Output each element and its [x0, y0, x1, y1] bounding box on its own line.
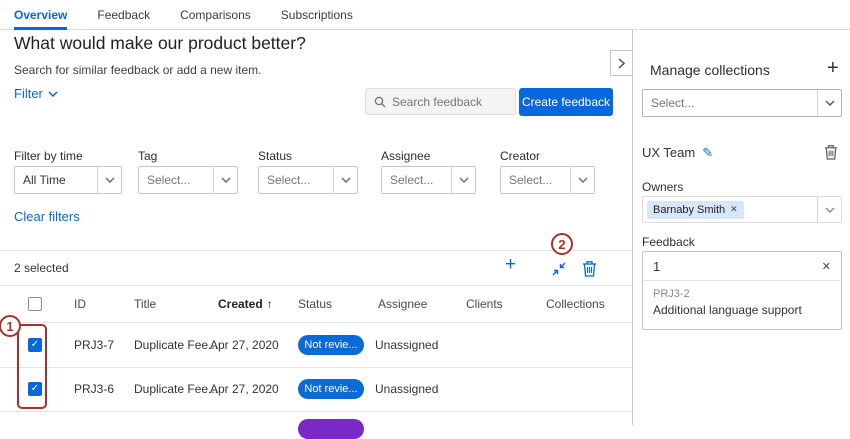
page-subtitle: Search for similar feedback or add a new…	[14, 63, 261, 77]
filter-label-status: Status	[258, 149, 292, 163]
tab-subscriptions[interactable]: Subscriptions	[281, 0, 353, 30]
delete-icon[interactable]	[582, 260, 597, 277]
tab-overview[interactable]: Overview	[14, 0, 67, 30]
status-badge: Not revie...	[298, 335, 364, 355]
create-feedback-button[interactable]: Create feedback	[519, 88, 613, 116]
filter-tag-value: Select...	[139, 173, 190, 187]
chevron-down-icon	[97, 167, 121, 193]
chevron-down-icon	[333, 167, 357, 193]
collapse-panel-button[interactable]	[610, 50, 633, 76]
clear-filters-link[interactable]: Clear filters	[14, 209, 80, 224]
col-created-label: Created	[218, 297, 263, 311]
row-assignee: Unassigned	[375, 382, 438, 396]
filter-toggle[interactable]: Filter	[14, 86, 58, 101]
page-title: What would make our product better?	[14, 33, 306, 54]
search-box	[365, 88, 516, 115]
collection-header: UX Team ✎	[642, 145, 713, 160]
filter-assignee-select[interactable]: Select...	[381, 166, 476, 194]
annotation-step-1: 1	[0, 315, 21, 337]
filter-creator-select[interactable]: Select...	[500, 166, 595, 194]
feedback-box: 1 ✕ PRJ3-2 Additional language support	[642, 251, 842, 330]
col-created[interactable]: Created ↑	[218, 297, 273, 311]
collection-select[interactable]: Select...	[642, 89, 842, 117]
add-collection-icon[interactable]: +	[827, 58, 839, 78]
row-checkbox[interactable]: ✓	[28, 338, 42, 352]
feedback-label: Feedback	[642, 235, 695, 249]
delete-collection-icon[interactable]	[824, 144, 838, 160]
filter-status-value: Select...	[259, 173, 310, 187]
chevron-down-icon	[817, 197, 841, 222]
col-status: Status	[298, 297, 332, 311]
chevron-down-icon	[451, 167, 475, 193]
row-id-link[interactable]: PRJ3-7	[74, 338, 114, 352]
chevron-right-icon	[618, 58, 625, 69]
divider	[0, 367, 632, 368]
panel-divider	[632, 30, 633, 425]
filter-time-value: All Time	[15, 173, 66, 187]
filter-creator-value: Select...	[501, 173, 552, 187]
collection-name: UX Team	[642, 145, 695, 160]
tab-feedback[interactable]: Feedback	[97, 0, 150, 30]
filter-assignee-value: Select...	[382, 173, 433, 187]
remove-owner-icon[interactable]: ✕	[730, 204, 738, 215]
check-icon: ✓	[31, 384, 39, 394]
feedback-count-row: 1 ✕	[643, 252, 841, 281]
collection-select-value: Select...	[643, 96, 694, 110]
tab-bar: Overview Feedback Comparisons Subscripti…	[0, 0, 850, 30]
feedback-item-id: PRJ3-2	[653, 288, 831, 300]
col-collections: Collections	[546, 297, 605, 311]
clear-feedback-icon[interactable]: ✕	[822, 260, 831, 273]
status-badge	[298, 419, 364, 439]
row-title: Duplicate Fee...	[134, 338, 218, 352]
filter-status-select[interactable]: Select...	[258, 166, 358, 194]
search-input[interactable]	[392, 95, 504, 109]
divider	[0, 411, 632, 412]
selected-count: 2 selected	[14, 261, 69, 275]
chevron-down-icon	[213, 167, 237, 193]
filter-tag-select[interactable]: Select...	[138, 166, 238, 194]
row-title: Duplicate Fee...	[134, 382, 218, 396]
manage-collections-title: Manage collections	[650, 62, 770, 78]
edit-icon[interactable]: ✎	[702, 146, 713, 159]
filter-label-time: Filter by time	[14, 149, 83, 163]
row-checkbox[interactable]: ✓	[28, 382, 42, 396]
col-clients: Clients	[466, 297, 503, 311]
collapse-icon[interactable]	[551, 261, 567, 277]
row-created: Apr 27, 2020	[210, 338, 279, 352]
annotation-step-2: 2	[551, 233, 573, 255]
owner-chip-label: Barnaby Smith	[653, 204, 725, 216]
filter-label-assignee: Assignee	[381, 149, 430, 163]
filter-label-tag: Tag	[138, 149, 157, 163]
sort-asc-icon: ↑	[267, 297, 273, 311]
owners-label: Owners	[642, 180, 683, 194]
select-all-checkbox[interactable]	[28, 297, 42, 311]
search-icon	[374, 96, 386, 108]
col-title: Title	[134, 297, 156, 311]
feedback-count: 1	[653, 259, 660, 274]
col-assignee: Assignee	[378, 297, 427, 311]
filter-time-select[interactable]: All Time	[14, 166, 122, 194]
owner-chip: Barnaby Smith ✕	[647, 201, 744, 219]
filter-label-creator: Creator	[500, 149, 540, 163]
filter-toggle-label: Filter	[14, 86, 43, 101]
row-created: Apr 27, 2020	[210, 382, 279, 396]
divider	[0, 322, 632, 323]
row-assignee: Unassigned	[375, 338, 438, 352]
status-badge: Not revie...	[298, 379, 364, 399]
col-id: ID	[74, 297, 86, 311]
chevron-down-icon	[48, 91, 58, 97]
feedback-item-title: Additional language support	[653, 303, 831, 317]
row-id-link[interactable]: PRJ3-6	[74, 382, 114, 396]
chevron-down-icon	[570, 167, 594, 193]
divider	[0, 250, 632, 251]
feedback-item[interactable]: PRJ3-2 Additional language support	[643, 281, 841, 324]
add-to-collection-icon[interactable]: +	[505, 255, 516, 274]
tab-comparisons[interactable]: Comparisons	[180, 0, 251, 30]
owners-select[interactable]: Barnaby Smith ✕	[642, 196, 842, 223]
check-icon: ✓	[31, 340, 39, 350]
divider	[0, 285, 632, 286]
chevron-down-icon	[817, 90, 841, 116]
